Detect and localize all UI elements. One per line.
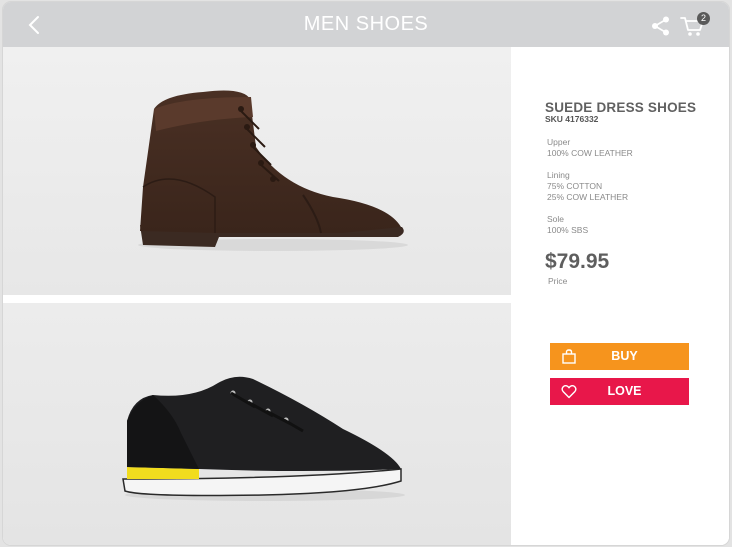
product-price: $79.95 [545,250,610,273]
cart-count-badge: 2 [697,12,710,25]
spec-upper-label: Upper [547,137,571,147]
product-sku: SKU 4176332 [545,114,599,124]
app-window: MEN SHOES 2 SUEDE DRESS SHOES SKU 417633… [3,2,729,545]
love-button-label: LOVE [607,384,642,398]
share-icon [652,16,669,36]
spec-sole-value: 100% SBS [547,225,589,235]
spec-sole-label: Sole [547,214,565,224]
love-button[interactable]: LOVE [550,378,689,405]
page-title: MEN SHOES [303,13,429,35]
share-button[interactable] [650,15,672,37]
buy-button-label: BUY [611,349,638,363]
sneaker-illustration [122,376,405,501]
product-image-boot[interactable] [3,47,511,295]
spec-lining-value-1: 75% COTTON [547,181,603,191]
spec-lining-value-2: 25% COW LEATHER [547,192,629,202]
price-label: Price [548,276,568,286]
product-image-sneaker[interactable] [3,303,511,545]
top-bar: MEN SHOES 2 [3,2,729,47]
spec-lining-label: Lining [547,170,570,180]
product-info-panel: SUEDE DRESS SHOES SKU 4176332 Upper 100%… [511,47,729,545]
image-divider [3,295,511,303]
spec-upper-value: 100% COW LEATHER [547,148,633,158]
product-name: SUEDE DRESS SHOES [545,100,697,115]
boot-illustration [138,90,408,251]
back-button[interactable] [25,14,45,36]
chevron-left-icon [28,16,39,34]
buy-button[interactable]: BUY [550,343,689,370]
